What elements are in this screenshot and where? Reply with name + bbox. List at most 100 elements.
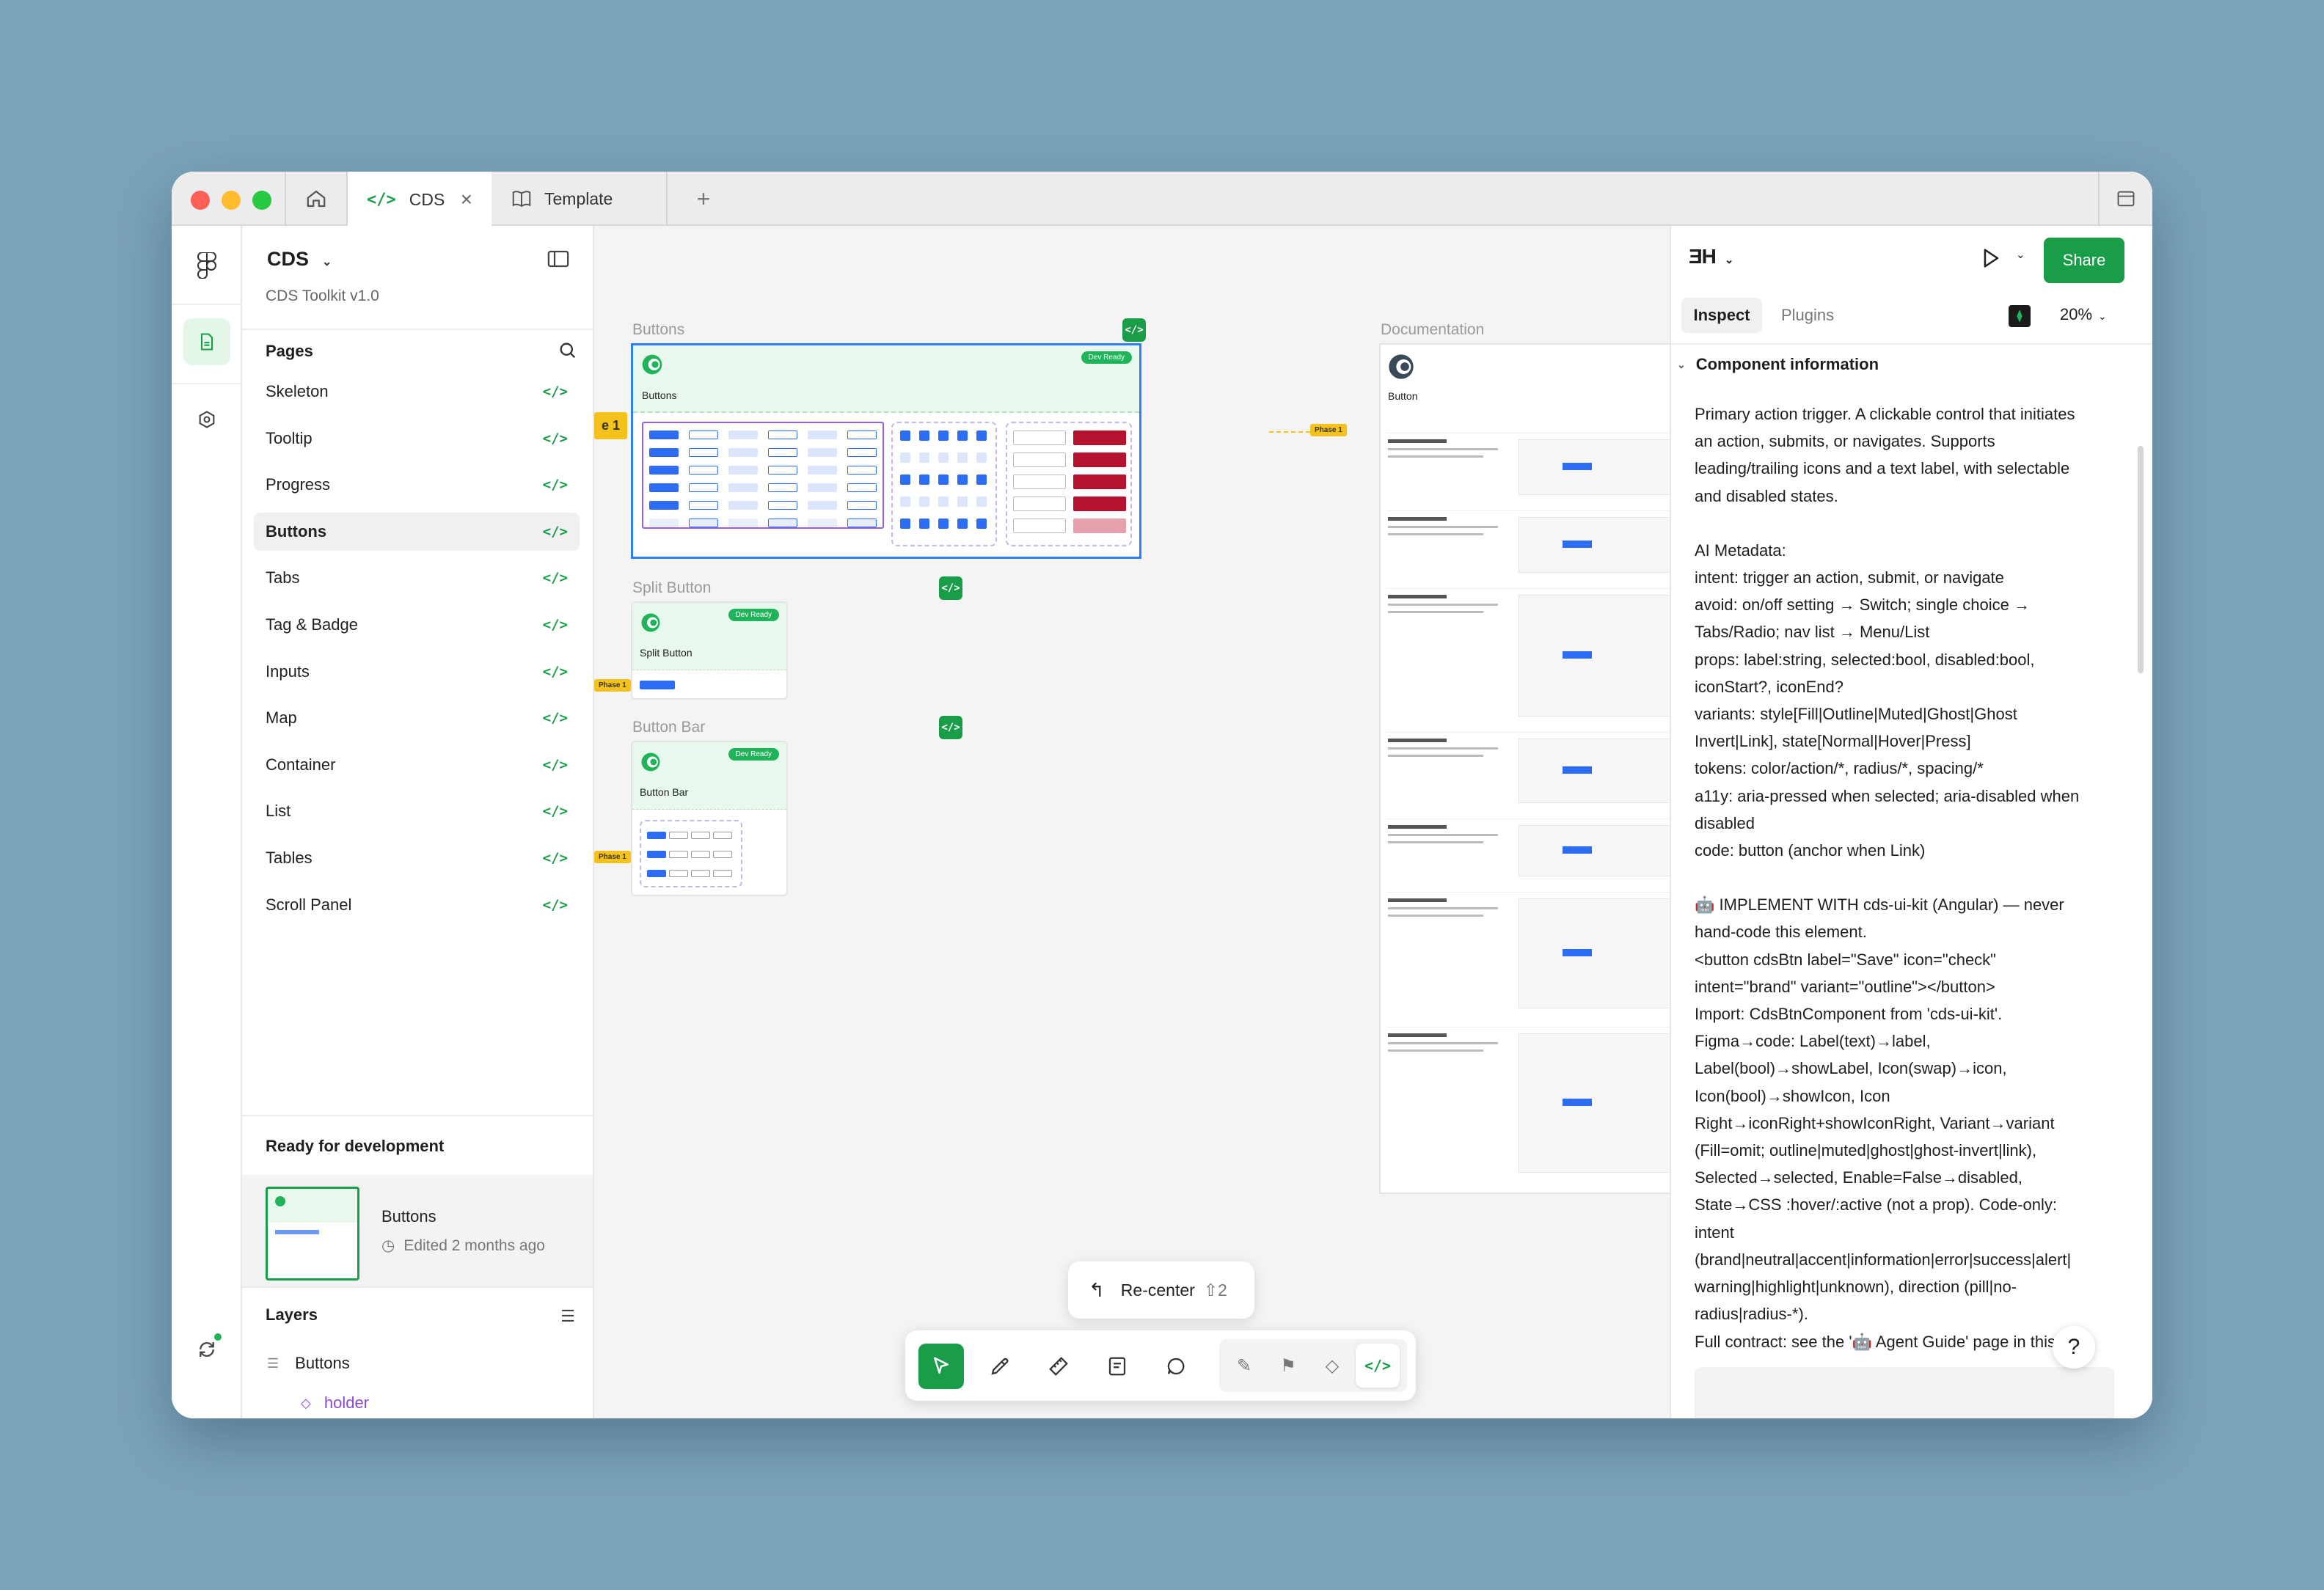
mini-icon-button — [976, 519, 987, 529]
pages-heading: Pages — [266, 342, 313, 360]
component-icon[interactable] — [183, 396, 230, 443]
code-icon[interactable]: </> — [543, 850, 568, 866]
frame-label[interactable]: Documentation — [1381, 321, 1484, 339]
help-button[interactable]: ? — [2053, 1326, 2095, 1369]
panel-layout-button[interactable] — [2098, 172, 2152, 226]
code-icon[interactable]: </> — [543, 570, 568, 586]
code-icon[interactable]: </> — [543, 757, 568, 773]
layer-item[interactable]: ◇ holder — [301, 1393, 369, 1413]
figma-logo-icon[interactable] — [183, 242, 230, 289]
tab-plugins[interactable]: Plugins — [1781, 298, 1834, 333]
page-item[interactable]: Scroll Panel </> — [254, 886, 580, 924]
mini-icon-button — [976, 431, 987, 441]
recenter-button[interactable]: ↰ Re-center ⇧2 — [1068, 1261, 1254, 1319]
code-icon[interactable]: </> — [543, 617, 568, 633]
phase-tag[interactable]: e 1 — [594, 412, 628, 439]
variant-group — [642, 422, 884, 529]
page-item[interactable]: Tooltip </> — [254, 420, 580, 458]
close-window-button[interactable] — [191, 191, 210, 210]
search-icon[interactable] — [558, 340, 578, 364]
dev-mode-tag[interactable]: </> — [939, 716, 962, 739]
page-item[interactable]: Container </> — [254, 746, 580, 784]
tab-cds[interactable]: </> CDS × — [348, 172, 492, 227]
tab-template[interactable]: Template — [492, 172, 668, 226]
mini-icon-button — [900, 519, 910, 529]
comment-tool-icon[interactable] — [1153, 1344, 1199, 1389]
design-canvas[interactable]: Buttons </> Buttons Dev Ready e 1 Phase … — [594, 226, 1670, 1418]
info-line — [1695, 864, 2120, 891]
home-tab[interactable] — [285, 172, 348, 226]
page-item[interactable]: Tabs </> — [254, 559, 580, 597]
doc-section — [1386, 818, 1670, 884]
page-item[interactable]: Buttons </> — [254, 512, 580, 551]
page-item[interactable]: Progress </> — [254, 466, 580, 504]
frame-label[interactable]: Button Bar — [632, 719, 705, 736]
project-title[interactable]: CDS ⌄ — [267, 248, 332, 271]
play-icon[interactable] — [1978, 245, 2003, 275]
ruler-tool-icon[interactable] — [1036, 1344, 1081, 1389]
mini-button — [649, 431, 679, 439]
chevron-down-icon[interactable]: ⌄ — [2016, 248, 2025, 261]
component-info-heading[interactable]: ⌄ Component information — [1677, 355, 1879, 374]
code-icon[interactable]: </> — [543, 710, 568, 726]
documentation-frame[interactable]: Button — [1379, 343, 1670, 1194]
dev-mode-icon[interactable]: </> — [1356, 1344, 1400, 1388]
share-button[interactable]: Share — [2044, 238, 2124, 283]
avatar[interactable]: ƎH ⌄ — [1689, 245, 1733, 268]
code-icon[interactable]: </> — [543, 664, 568, 680]
sidebar-toggle-icon[interactable] — [547, 249, 569, 272]
annotate-tool-icon[interactable] — [1095, 1344, 1140, 1389]
minimize-window-button[interactable] — [222, 191, 241, 210]
maximize-window-button[interactable] — [252, 191, 271, 210]
code-icon[interactable]: </> — [543, 477, 568, 493]
dev-mode-tag[interactable]: </> — [1122, 318, 1146, 342]
chevron-down-icon: ⌄ — [1677, 358, 1686, 370]
home-icon — [307, 190, 326, 208]
page-label: Inputs — [266, 662, 310, 681]
page-item[interactable]: Map </> — [254, 699, 580, 737]
mini-button — [768, 501, 797, 510]
ready-status-icon[interactable]: ⚑ — [1268, 1344, 1309, 1388]
file-icon[interactable] — [183, 318, 230, 365]
frame-label[interactable]: Split Button — [632, 579, 711, 597]
code-icon[interactable]: </> — [543, 897, 568, 913]
frame-label[interactable]: Buttons — [632, 321, 684, 339]
store-badge — [1013, 519, 1066, 533]
code-icon[interactable]: </> — [543, 384, 568, 400]
collapse-layers-icon[interactable]: ☰ — [560, 1307, 575, 1326]
component-diamond-icon[interactable]: ◇ — [1312, 1344, 1353, 1388]
close-tab-icon[interactable]: × — [461, 188, 472, 211]
layer-item[interactable]: ☰ Buttons — [267, 1354, 350, 1373]
split-button-frame[interactable]: Split Button Dev Ready — [631, 601, 788, 700]
scrollbar[interactable] — [2138, 446, 2144, 673]
ready-card[interactable]: Buttons ◷ Edited 2 months ago — [242, 1175, 593, 1291]
page-item[interactable]: List </> — [254, 792, 580, 830]
phase-tag[interactable]: Phase 1 — [1310, 424, 1347, 436]
tool-rail — [172, 226, 242, 1418]
dev-ready-badge: Dev Ready — [728, 609, 779, 621]
sync-icon[interactable] — [183, 1326, 230, 1373]
phase-tag[interactable]: Phase 1 — [594, 679, 631, 692]
move-tool-icon[interactable] — [918, 1344, 964, 1389]
chevron-down-icon: ⌄ — [2098, 310, 2107, 322]
button-bar-frame[interactable]: Button Bar Dev Ready — [631, 741, 788, 896]
page-item[interactable]: Tag & Badge </> — [254, 606, 580, 644]
draw-icon[interactable]: ✎ — [1224, 1344, 1265, 1388]
page-item[interactable]: Tables </> — [254, 839, 580, 877]
color-swatch-icon[interactable] — [2009, 305, 2031, 327]
zoom-dropdown[interactable]: 20% ⌄ — [2060, 305, 2107, 324]
code-icon[interactable]: </> — [543, 524, 568, 540]
code-icon[interactable]: </> — [543, 431, 568, 447]
phase-tag[interactable]: Phase 1 — [594, 851, 631, 863]
page-item[interactable]: Inputs </> — [254, 653, 580, 691]
eyedropper-tool-icon[interactable] — [977, 1344, 1023, 1389]
info-line: Right→iconRight+showIconRight, Variant→v… — [1695, 1113, 2055, 1132]
page-item[interactable]: Skeleton </> — [254, 373, 580, 411]
buttons-frame[interactable]: Buttons Dev Ready — [631, 343, 1141, 559]
layer-label: Buttons — [295, 1354, 350, 1372]
code-icon[interactable]: </> — [543, 803, 568, 819]
dev-mode-tag[interactable]: </> — [939, 576, 962, 600]
tab-inspect[interactable]: Inspect — [1681, 298, 1762, 333]
store-badge — [1073, 453, 1126, 467]
new-tab-button[interactable]: + — [685, 172, 722, 226]
